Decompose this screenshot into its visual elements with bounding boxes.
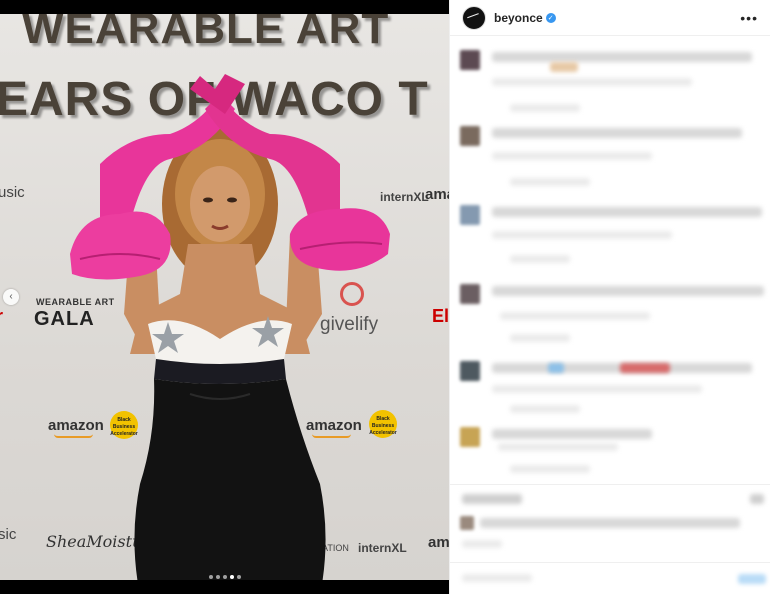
carousel-dot-active	[229, 575, 234, 579]
divider	[450, 484, 770, 485]
commenter-avatar[interactable]	[460, 361, 480, 381]
commenter-avatar[interactable]	[460, 50, 480, 70]
amazon-logo-edge: amazon	[425, 186, 449, 203]
amazon-logo-bottom-edge: amazon	[428, 534, 449, 551]
backdrop-title-line1: WEARABLE ART	[22, 14, 390, 53]
sponsor-logo-red-left: r	[0, 306, 3, 327]
post-image: WEARABLE ART EARS OF WACO T usic sic r W…	[0, 14, 449, 580]
commenter-avatar[interactable]	[460, 205, 480, 225]
commenter-avatar[interactable]	[460, 427, 480, 447]
carousel-dot	[208, 575, 213, 579]
person-figure	[70, 74, 390, 580]
post-button[interactable]	[738, 574, 766, 584]
commenter-avatar[interactable]	[460, 284, 480, 304]
avatar[interactable]	[462, 5, 486, 30]
sponsor-logo-music: usic	[0, 184, 25, 201]
carousel-dot	[215, 575, 220, 579]
post-header: beyonce ✓ •••	[450, 0, 770, 36]
divider	[450, 562, 770, 563]
verified-badge-icon: ✓	[545, 12, 556, 23]
comments-panel: beyonce ✓ •••	[449, 0, 770, 594]
post-media[interactable]: WEARABLE ART EARS OF WACO T usic sic r W…	[0, 0, 449, 594]
carousel-pager	[0, 566, 449, 584]
carousel-prev-button[interactable]: ‹	[3, 289, 19, 305]
username-link[interactable]: beyonce	[494, 11, 543, 25]
sponsor-logo-music-bottom: sic	[0, 526, 17, 543]
carousel-dot	[222, 575, 227, 579]
commenter-avatar[interactable]	[460, 126, 480, 146]
sponsor-logo-red-right: El	[432, 306, 449, 326]
carousel-dot	[236, 575, 241, 579]
more-options-icon[interactable]: •••	[740, 10, 758, 26]
